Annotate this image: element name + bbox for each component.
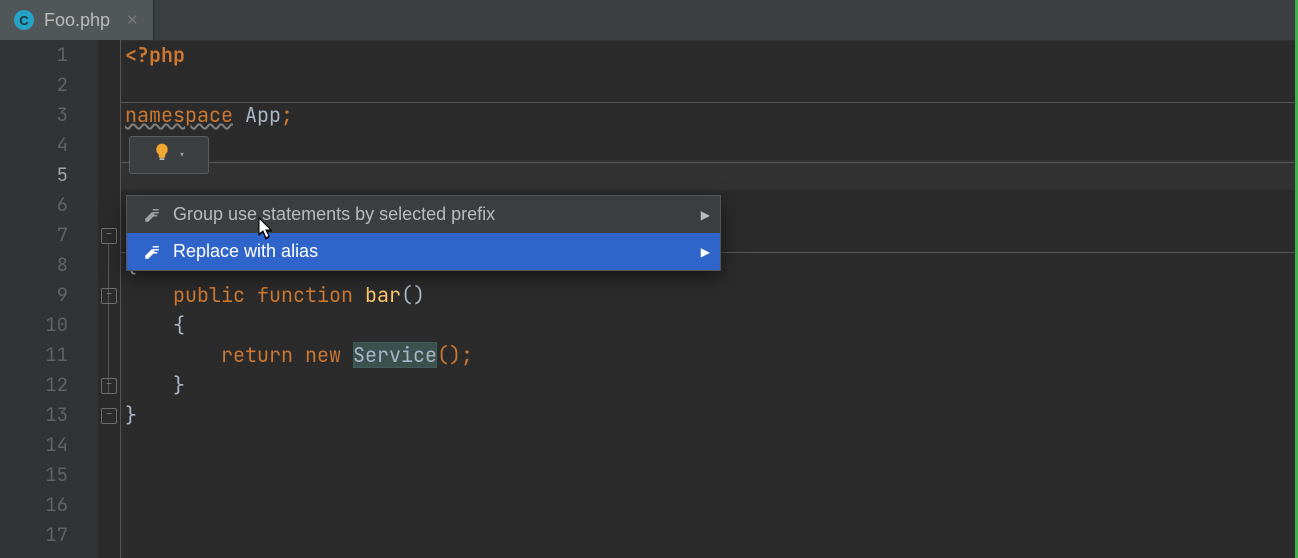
intention-menu-item[interactable]: Replace with alias ▶ (127, 233, 720, 270)
chevron-down-icon: ▾ (178, 147, 185, 163)
brace-close: } (173, 372, 185, 398)
tab-bar: C Foo.php ✕ (0, 0, 1298, 41)
brace-open: { (173, 312, 185, 338)
call-tail: (); (437, 342, 473, 368)
line-number[interactable]: 1 (0, 40, 98, 70)
submenu-arrow-icon: ▶ (701, 208, 710, 222)
line-number[interactable]: 11 (0, 340, 98, 370)
line-number[interactable]: 5 (0, 160, 98, 190)
code-line[interactable]: namespace App; (121, 100, 1298, 130)
line-number[interactable]: 15 (0, 460, 98, 490)
fold-marker[interactable] (101, 288, 117, 304)
keyword-new: new (305, 342, 341, 368)
keyword-return: return (221, 342, 293, 368)
line-number[interactable]: 8 (0, 250, 98, 280)
line-number[interactable]: 14 (0, 430, 98, 460)
code-line[interactable] (121, 520, 1298, 550)
fold-marker[interactable] (101, 228, 117, 244)
separator-line (121, 102, 1298, 103)
edit-icon (141, 243, 163, 261)
fold-gutter (98, 40, 121, 558)
code-line[interactable] (121, 460, 1298, 490)
fold-marker[interactable] (101, 378, 117, 394)
line-number[interactable]: 13 (0, 400, 98, 430)
intention-menu: Group use statements by selected prefix ▶… (126, 195, 721, 271)
code-line[interactable] (121, 490, 1298, 520)
php-open-tag: <?php (125, 42, 185, 68)
line-number[interactable]: 9 (0, 280, 98, 310)
code-line[interactable] (121, 70, 1298, 100)
file-name-label: Foo.php (44, 10, 110, 31)
class-ref: Service (353, 342, 437, 368)
intention-bulb[interactable]: ▾ (129, 136, 209, 174)
keyword-function: function (257, 282, 353, 308)
line-number[interactable]: 17 (0, 520, 98, 550)
line-number[interactable]: 10 (0, 310, 98, 340)
code-line[interactable]: } (121, 400, 1298, 430)
line-number[interactable]: 7 (0, 220, 98, 250)
submenu-arrow-icon: ▶ (701, 245, 710, 259)
code-line[interactable]: return new Service(); (121, 340, 1298, 370)
file-type-icon: C (14, 10, 34, 30)
line-number[interactable]: 3 (0, 100, 98, 130)
code-line[interactable]: <?php (121, 40, 1298, 70)
code-line[interactable]: public function bar() (121, 280, 1298, 310)
parens: () (401, 282, 425, 308)
line-number[interactable]: 6 (0, 190, 98, 220)
intention-menu-label: Replace with alias (173, 241, 318, 262)
close-tab-icon[interactable]: ✕ (126, 11, 139, 29)
code-line[interactable]: } (121, 370, 1298, 400)
line-number[interactable]: 4 (0, 130, 98, 160)
intention-menu-label: Group use statements by selected prefix (173, 204, 495, 225)
code-line[interactable]: { (121, 310, 1298, 340)
editor-tab[interactable]: C Foo.php ✕ (0, 0, 154, 40)
method-name: bar (365, 282, 401, 308)
line-number[interactable]: 12 (0, 370, 98, 400)
edit-icon (141, 206, 163, 224)
separator-line (121, 162, 1298, 163)
keyword-public: public (173, 282, 245, 308)
namespace-name: App (245, 102, 281, 128)
keyword-namespace: namespace (125, 102, 233, 128)
code-area[interactable]: <?php namespace App; use Bar\Service; cl… (121, 40, 1298, 558)
intention-menu-item[interactable]: Group use statements by selected prefix ▶ (127, 196, 720, 233)
fold-line (108, 244, 109, 394)
code-line[interactable] (121, 130, 1298, 160)
code-line[interactable] (121, 430, 1298, 460)
fold-marker[interactable] (101, 408, 117, 424)
lightbulb-icon (152, 142, 172, 168)
semicolon: ; (281, 102, 293, 128)
line-number[interactable]: 2 (0, 70, 98, 100)
line-number[interactable]: 16 (0, 490, 98, 520)
current-line-highlight (121, 160, 1298, 190)
brace-close: } (125, 402, 137, 428)
line-number-gutter: 1234567891011121314151617 (0, 40, 98, 558)
editor: 1234567891011121314151617 <?php namespac… (0, 40, 1298, 558)
